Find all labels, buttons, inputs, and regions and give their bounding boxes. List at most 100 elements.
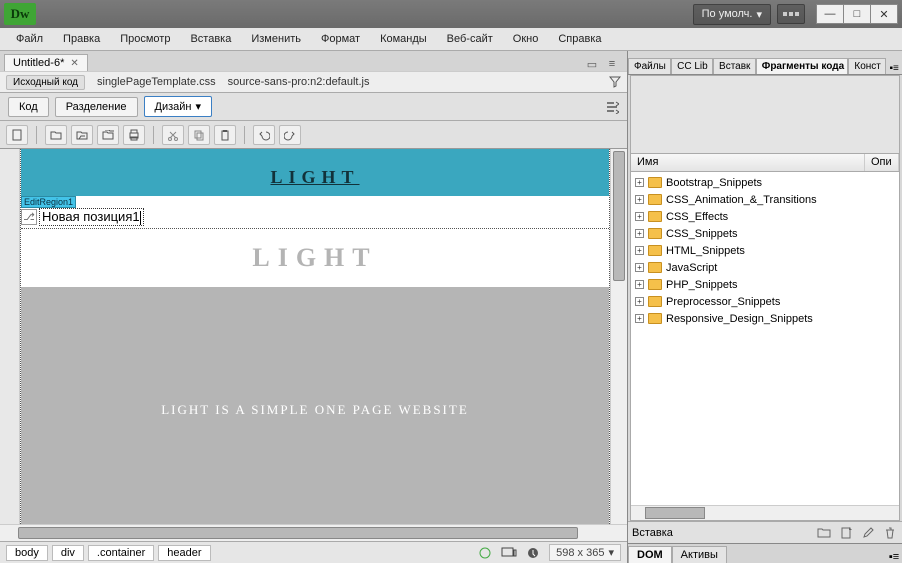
code-view-button[interactable]: Код <box>8 97 49 117</box>
related-file[interactable]: singlePageTemplate.css <box>97 76 216 88</box>
device-preview-icon[interactable] <box>501 546 517 560</box>
related-file[interactable]: source-sans-pro:n2:default.js <box>228 76 370 88</box>
folder-icon <box>648 296 662 307</box>
breadcrumb[interactable]: body <box>6 545 48 561</box>
horizontal-scrollbar[interactable] <box>0 524 627 541</box>
source-bar: Исходный код singlePageTemplate.css sour… <box>0 71 627 93</box>
bottom-tab-dom[interactable]: DOM <box>628 546 672 563</box>
open-icon[interactable] <box>45 125 67 145</box>
canvas-size-button[interactable]: 598 x 365 ▾ <box>549 544 621 561</box>
header-logo-link[interactable]: LIGHT <box>270 167 359 187</box>
menu-commands[interactable]: Команды <box>370 30 437 48</box>
panel-tab-files[interactable]: Файлы <box>628 58 671 74</box>
tree-row[interactable]: +Bootstrap_Snippets <box>631 174 899 191</box>
tree-row[interactable]: +HTML_Snippets <box>631 242 899 259</box>
tree-row[interactable]: +Responsive_Design_Snippets <box>631 310 899 327</box>
document-tab[interactable]: Untitled-6* ✕ <box>4 54 88 71</box>
undo-icon[interactable] <box>253 125 275 145</box>
menu-file[interactable]: Файл <box>6 30 53 48</box>
panel-tab-snippets[interactable]: Фрагменты кода <box>756 58 849 74</box>
panel-tab-construct[interactable]: Конст <box>848 58 886 74</box>
panel-footer: Вставка <box>628 521 902 543</box>
new-doc-icon[interactable] <box>6 125 28 145</box>
source-code-pill[interactable]: Исходный код <box>6 75 85 90</box>
tree-row[interactable]: +Preprocessor_Snippets <box>631 293 899 310</box>
save-all-icon[interactable] <box>97 125 119 145</box>
panel-tab-insert[interactable]: Вставк <box>713 58 756 74</box>
canvas[interactable]: LIGHT EditRegion1 ⎇ Новая позиция1 LIGHT… <box>20 149 610 524</box>
workspace-switcher[interactable]: По умолч. ▾ <box>693 4 771 25</box>
download-speed-icon[interactable] <box>525 546 541 560</box>
tree-row[interactable]: +CSS_Effects <box>631 208 899 225</box>
expand-icon[interactable]: + <box>635 229 644 238</box>
minimize-button[interactable]: — <box>816 4 844 24</box>
menu-modify[interactable]: Изменить <box>241 30 311 48</box>
tab-menu-icon[interactable]: ≡ <box>605 57 619 71</box>
expand-icon[interactable]: + <box>635 314 644 323</box>
page-header: LIGHT <box>21 149 609 196</box>
filter-icon[interactable] <box>609 76 621 88</box>
panel-menu-icon[interactable]: ▪≡ <box>886 63 902 74</box>
copy-icon[interactable] <box>188 125 210 145</box>
tree-item-label: JavaScript <box>666 262 717 274</box>
save-icon[interactable] <box>71 125 93 145</box>
col-name-header[interactable]: Имя <box>631 154 865 171</box>
expand-icon[interactable]: + <box>635 280 644 289</box>
tree-row[interactable]: +PHP_Snippets <box>631 276 899 293</box>
new-folder-icon[interactable] <box>816 526 832 540</box>
chevron-down-icon: ▾ <box>756 8 762 21</box>
bottom-tab-assets[interactable]: Активы <box>672 546 727 563</box>
expand-icon[interactable]: + <box>635 246 644 255</box>
toggle-panels-icon[interactable] <box>605 100 619 114</box>
tree-item-label: CSS_Snippets <box>666 228 738 240</box>
error-indicator-icon[interactable] <box>477 546 493 560</box>
menu-view[interactable]: Просмотр <box>110 30 180 48</box>
expand-icon[interactable]: + <box>635 263 644 272</box>
panel-tab-cclib[interactable]: CC Lib <box>671 58 713 74</box>
menu-help[interactable]: Справка <box>548 30 611 48</box>
expand-icon[interactable]: + <box>635 195 644 204</box>
delete-snippet-icon[interactable] <box>882 526 898 540</box>
expand-icon[interactable]: + <box>635 297 644 306</box>
panel-footer-label[interactable]: Вставка <box>632 527 810 539</box>
menu-edit[interactable]: Правка <box>53 30 110 48</box>
expand-icon[interactable]: + <box>635 178 644 187</box>
breadcrumb[interactable]: header <box>158 545 210 561</box>
close-tab-icon[interactable]: ✕ <box>70 58 78 69</box>
folder-icon <box>648 313 662 324</box>
bottom-panel-menu-icon[interactable]: ▪≡ <box>886 551 902 563</box>
tree-row[interactable]: +CSS_Animation_&_Transitions <box>631 191 899 208</box>
expand-icon[interactable]: + <box>635 212 644 221</box>
edit-snippet-icon[interactable] <box>860 526 876 540</box>
anchor-icon: ⎇ <box>21 209 37 225</box>
new-snippet-icon[interactable] <box>838 526 854 540</box>
editable-region[interactable]: EditRegion1 ⎇ Новая позиция1 <box>21 196 609 229</box>
tree-row[interactable]: + CSS_Snippets <box>631 225 899 242</box>
expand-panel-icon[interactable]: ▭ <box>585 57 599 71</box>
edit-text[interactable]: Новая позиция1 <box>39 208 144 226</box>
close-button[interactable]: ✕ <box>870 4 898 24</box>
snippets-tree[interactable]: +Bootstrap_Snippets+CSS_Animation_&_Tran… <box>631 172 899 505</box>
design-view-button[interactable]: Дизайн ▾ <box>144 96 213 117</box>
chevron-down-icon: ▾ <box>196 100 202 113</box>
design-canvas: LIGHT EditRegion1 ⎇ Новая позиция1 LIGHT… <box>0 149 627 524</box>
redo-icon[interactable] <box>279 125 301 145</box>
menu-site[interactable]: Веб-сайт <box>437 30 503 48</box>
cut-icon[interactable] <box>162 125 184 145</box>
sync-settings-icon[interactable] <box>777 4 805 24</box>
menu-window[interactable]: Окно <box>503 30 549 48</box>
print-icon[interactable] <box>123 125 145 145</box>
maximize-button[interactable]: □ <box>843 4 871 24</box>
doc-toolbar <box>0 121 627 149</box>
vertical-scrollbar[interactable] <box>610 149 627 524</box>
breadcrumb[interactable]: .container <box>88 545 154 561</box>
menu-insert[interactable]: Вставка <box>180 30 241 48</box>
breadcrumb[interactable]: div <box>52 545 84 561</box>
split-view-button[interactable]: Разделение <box>55 97 138 117</box>
menu-format[interactable]: Формат <box>311 30 370 48</box>
panel-horizontal-scrollbar[interactable] <box>631 505 899 520</box>
tree-row[interactable]: + JavaScript <box>631 259 899 276</box>
bottom-panel-tabs: DOM Активы ▪≡ <box>628 543 902 563</box>
paste-icon[interactable] <box>214 125 236 145</box>
col-desc-header[interactable]: Опи <box>865 154 899 171</box>
